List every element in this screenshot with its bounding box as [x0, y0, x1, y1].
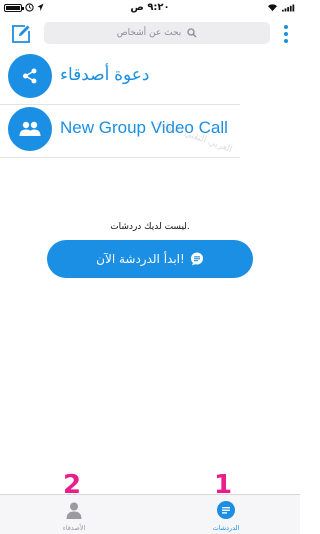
search-icon: [187, 28, 197, 38]
compose-button[interactable]: [10, 23, 32, 45]
menu-dot-icon: [284, 32, 288, 36]
menu-dot-icon: [284, 25, 288, 29]
invite-circle: [8, 54, 52, 98]
start-chat-label: ابدأ الدردشة الآن!: [96, 252, 185, 266]
status-right: [267, 3, 296, 12]
tab-chats-label: الدردشات: [212, 524, 240, 532]
group-video-call-row[interactable]: New Group Video Call: [0, 106, 240, 158]
invite-friends-row[interactable]: دعوة أصدقاء: [0, 53, 240, 105]
annotation-marker-1: 1: [214, 470, 233, 500]
invite-friends-label: دعوة أصدقاء: [60, 65, 150, 84]
start-chat-button[interactable]: ابدأ الدردشة الآن!: [47, 240, 253, 278]
menu-dot-icon: [284, 39, 288, 43]
group-icon: [19, 121, 41, 136]
search-input[interactable]: بحث عن أشخاص: [44, 22, 270, 44]
search-placeholder: بحث عن أشخاص: [116, 28, 182, 38]
empty-state-message: ليست لديك دردشات.: [110, 222, 190, 232]
status-time: ٩:٢٠ ص: [130, 2, 170, 13]
tab-bar: الأصدقاء الدردشات: [0, 494, 300, 534]
wifi-icon: [268, 4, 277, 12]
annotation-marker-2: 2: [63, 470, 82, 500]
share-icon: [23, 68, 37, 84]
tab-friends-label: الأصدقاء: [62, 524, 86, 532]
tab-chats[interactable]: الدردشات: [186, 495, 266, 534]
tab-friends[interactable]: الأصدقاء: [34, 495, 114, 534]
top-bar: بحث عن أشخاص: [0, 18, 300, 50]
more-menu-button[interactable]: [280, 24, 292, 44]
chat-bubble-icon: [190, 252, 203, 266]
signal-icon: [282, 4, 295, 11]
group-circle: [8, 107, 52, 151]
compose-icon: [12, 25, 30, 43]
person-icon: [64, 500, 84, 520]
chat-icon: [216, 500, 236, 520]
status-bar: ٩:٢٠ ص: [0, 0, 300, 18]
